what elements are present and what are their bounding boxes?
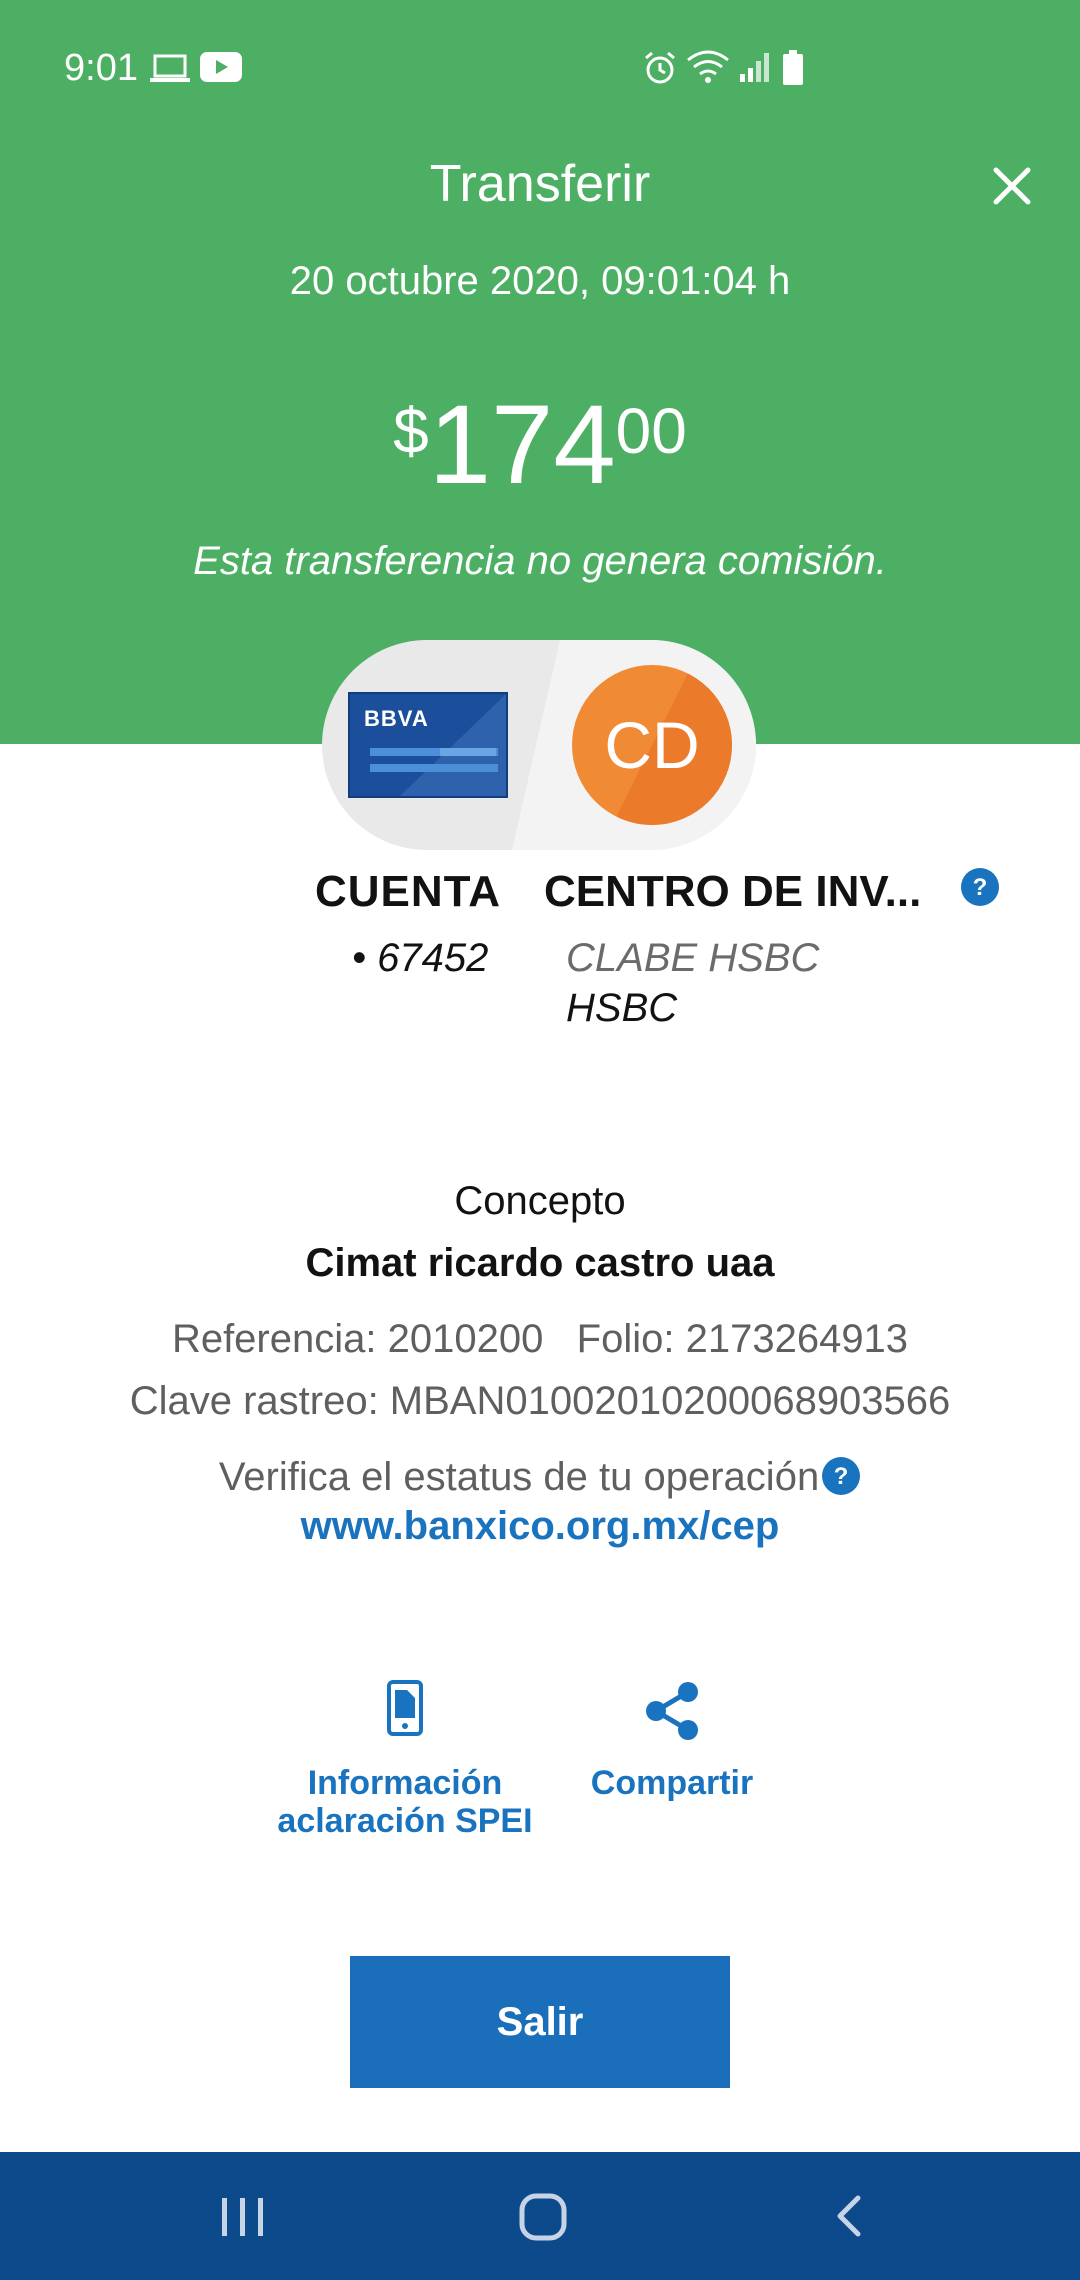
system-nav-bar bbox=[0, 2152, 1080, 2280]
avatar-initials: CD bbox=[604, 708, 700, 782]
amount-integer: 174 bbox=[428, 382, 616, 507]
home-icon[interactable] bbox=[464, 2152, 624, 2280]
concept-value: Cimat ricardo castro uaa bbox=[305, 1241, 775, 1285]
spei-info-label-2: aclaración SPEI bbox=[277, 1802, 533, 1840]
to-account-name: CENTRO DE INV... bbox=[544, 867, 922, 916]
share-label: Compartir bbox=[590, 1764, 754, 1802]
signal-icon bbox=[740, 53, 769, 82]
alarm-icon bbox=[645, 51, 675, 84]
from-account-name: CUENTA bbox=[314, 867, 502, 916]
share-icon bbox=[646, 1682, 698, 1740]
concept-label: Concepto bbox=[454, 1179, 626, 1223]
header: 9:01 Transferir 20 octubre 2020, 09:01:0… bbox=[0, 0, 1080, 744]
bbva-card-brand: BBVA bbox=[364, 706, 429, 731]
commission-note: Esta transferencia no genera comisión. bbox=[193, 539, 887, 583]
svg-text:?: ? bbox=[834, 1463, 849, 1490]
status-bar: 9:01 bbox=[0, 0, 1080, 130]
transfer-datetime: 20 octubre 2020, 09:01:04 h bbox=[289, 259, 791, 303]
transfer-receipt-screen: 9:01 Transferir 20 octubre 2020, 09:01:0… bbox=[0, 0, 1080, 2280]
bbva-card-icon: BBVA bbox=[348, 692, 508, 798]
wifi-icon bbox=[687, 50, 729, 83]
status-time: 9:01 bbox=[64, 47, 138, 89]
svg-text:?: ? bbox=[973, 874, 988, 901]
laptop-icon bbox=[150, 54, 190, 82]
recipient-avatar: CD bbox=[572, 665, 732, 825]
exit-button[interactable]: Salir bbox=[350, 1956, 730, 2088]
reference-folio: Referencia: 2010200 Folio: 2173264913 bbox=[171, 1317, 909, 1361]
help-icon[interactable]: ? bbox=[960, 867, 1000, 907]
share-button[interactable]: Compartir bbox=[572, 1680, 772, 1802]
help-icon[interactable]: ? bbox=[821, 1456, 861, 1496]
account-pill: BBVA CD bbox=[322, 640, 756, 850]
phone-doc-icon bbox=[387, 1680, 423, 1736]
close-icon[interactable] bbox=[984, 158, 1040, 214]
verify-status-text: Verifica el estatus de tu operación bbox=[218, 1455, 820, 1499]
back-icon[interactable] bbox=[768, 2152, 928, 2280]
transfer-amount: $17400 bbox=[0, 380, 1080, 510]
amount-currency: $ bbox=[393, 395, 429, 467]
battery-icon bbox=[783, 50, 803, 85]
page-title: Transferir bbox=[429, 155, 651, 213]
spei-info-button[interactable]: Información aclaración SPEI bbox=[270, 1680, 540, 1840]
verify-status: Verifica el estatus de tu operación? bbox=[0, 1452, 1080, 1502]
to-account-clabe: CLABE HSBC bbox=[566, 936, 820, 980]
recents-icon[interactable] bbox=[162, 2152, 322, 2280]
amount-cents: 00 bbox=[615, 395, 687, 467]
clave-rastreo: Clave rastreo: MBAN01002010200068903566 bbox=[129, 1379, 951, 1423]
spei-info-label-1: Información bbox=[307, 1764, 503, 1802]
banxico-link[interactable]: www.banxico.org.mx/cep bbox=[0, 1500, 1080, 1552]
from-account-number: • 67452 bbox=[352, 936, 489, 980]
to-account-bank: HSBC bbox=[566, 986, 678, 1030]
youtube-icon bbox=[200, 52, 242, 82]
